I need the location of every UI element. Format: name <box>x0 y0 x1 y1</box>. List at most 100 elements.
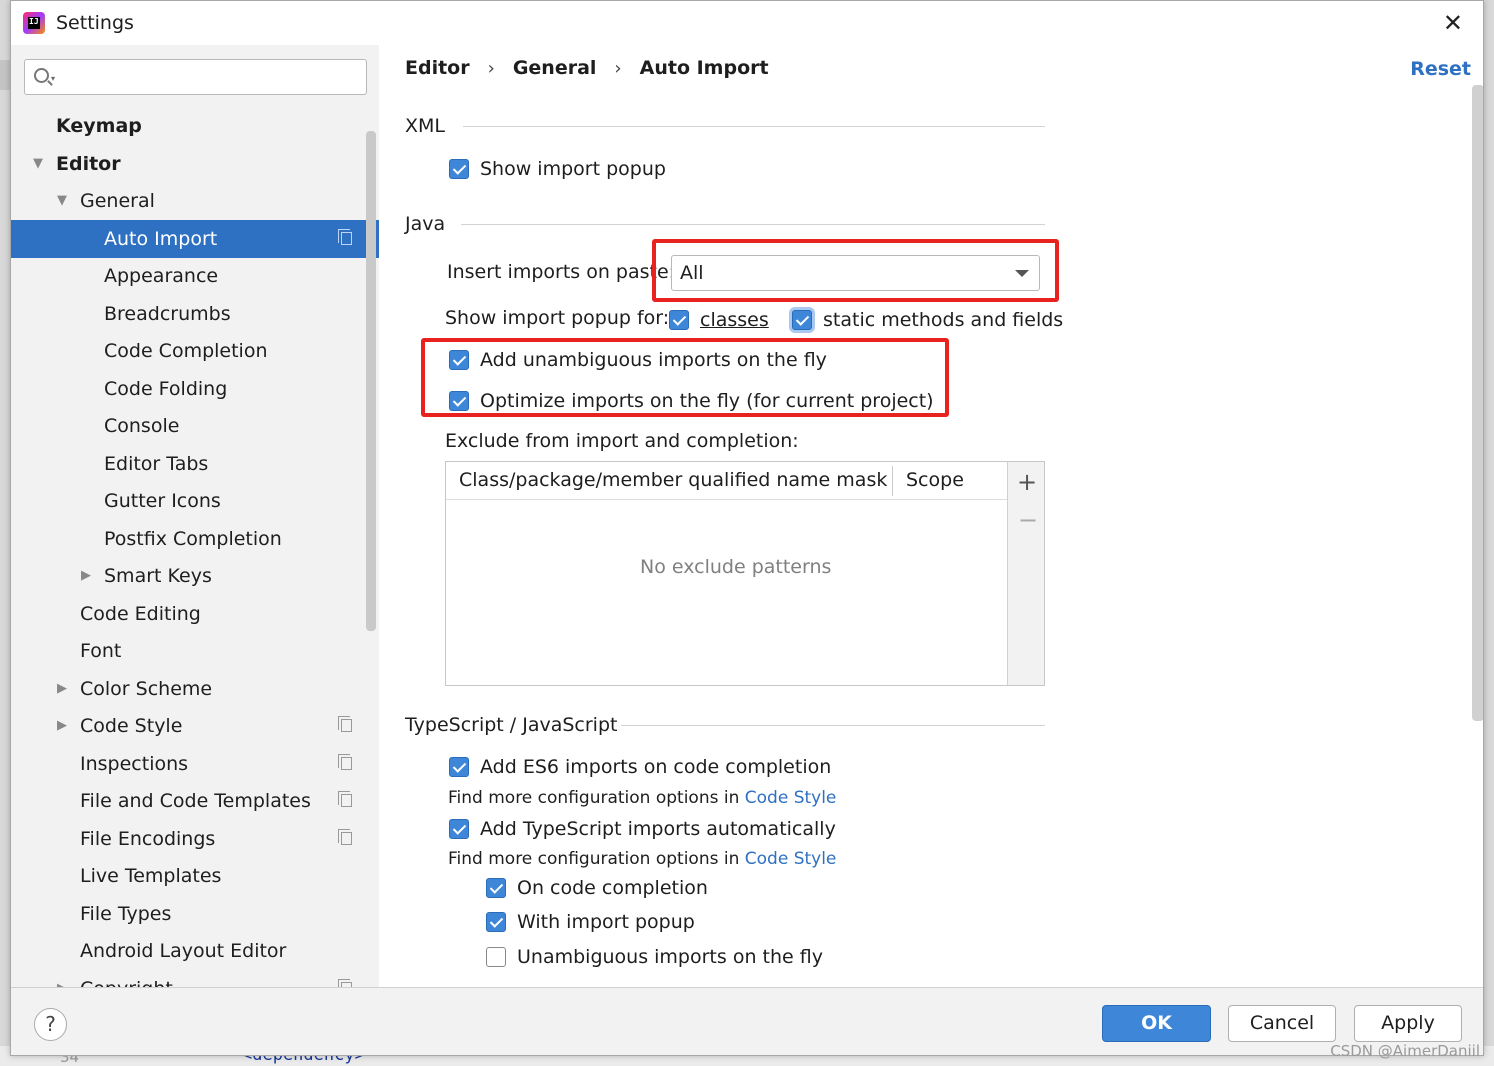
sidebar-item-live-templates[interactable]: Live Templates <box>11 857 379 895</box>
sidebar-item-appearance[interactable]: Appearance <box>11 257 379 295</box>
close-icon[interactable]: ✕ <box>1443 9 1463 37</box>
sidebar-item-general[interactable]: ▼ General <box>11 182 379 220</box>
classes-checkbox[interactable]: classes <box>669 309 769 331</box>
sidebar-item-color-scheme[interactable]: ▶ Color Scheme <box>11 670 379 708</box>
checkbox-unchecked-icon <box>486 947 506 967</box>
sidebar-item-code-style[interactable]: ▶ Code Style <box>11 707 379 745</box>
sidebar-item-font[interactable]: Font <box>11 632 379 670</box>
checkbox-checked-icon <box>486 912 506 932</box>
add-typescript-imports-checkbox[interactable]: Add TypeScript imports automatically <box>449 818 836 840</box>
sidebar-item-smart-keys[interactable]: ▶ Smart Keys <box>11 557 379 595</box>
on-code-completion-checkbox[interactable]: On code completion <box>486 877 708 899</box>
show-import-popup-for-label: Show import popup for: <box>445 307 670 329</box>
window-title: Settings <box>56 12 134 34</box>
checkbox-label: Unambiguous imports on the fly <box>517 946 823 968</box>
dialog-footer: ? OK Cancel Apply <box>11 987 1483 1055</box>
checkbox-checked-icon <box>449 819 469 839</box>
checkbox-checked-icon <box>486 878 506 898</box>
highlight-box <box>421 338 949 417</box>
ok-button[interactable]: OK <box>1102 1005 1211 1042</box>
sidebar-item-label: File and Code Templates <box>80 790 311 812</box>
sidebar-item-label: Console <box>104 415 180 437</box>
sidebar-item-file-and-code-templates[interactable]: File and Code Templates <box>11 782 379 820</box>
search-input[interactable]: ▾ <box>24 59 367 95</box>
sidebar-item-label: Editor Tabs <box>104 453 209 475</box>
sidebar-item-editor[interactable]: ▼ Editor <box>11 145 379 183</box>
project-scope-icon <box>338 229 352 245</box>
sidebar-item-label: Copyright <box>80 970 173 987</box>
sidebar-item-auto-import[interactable]: Auto Import <box>11 220 379 258</box>
expand-arrow-icon[interactable]: ▼ <box>33 145 43 183</box>
sidebar-item-label: Smart Keys <box>104 565 212 587</box>
checkbox-label: On code completion <box>517 877 708 899</box>
apply-button[interactable]: Apply <box>1354 1005 1462 1042</box>
sidebar-item-label: File Types <box>80 903 172 925</box>
sidebar-item-label: Gutter Icons <box>104 490 221 512</box>
config-hint: Find more configuration options in Code … <box>448 788 836 808</box>
sidebar-item-file-types[interactable]: File Types <box>11 895 379 933</box>
column-header-mask[interactable]: Class/package/member qualified name mask <box>459 469 887 491</box>
checkbox-checked-icon <box>449 159 469 179</box>
checkbox-label: With import popup <box>517 911 695 933</box>
reset-link[interactable]: Reset <box>1410 58 1471 80</box>
sidebar-item-code-folding[interactable]: Code Folding <box>11 370 379 408</box>
table-header: Class/package/member qualified name mask… <box>446 462 1008 500</box>
sidebar-item-label: Inspections <box>80 753 189 775</box>
code-style-link[interactable]: Code Style <box>745 788 837 808</box>
checkbox-checked-icon <box>792 310 812 330</box>
sidebar-item-label: Live Templates <box>80 865 222 887</box>
intellij-logo-icon: IJ <box>23 12 45 34</box>
sidebar-item-label: Code Editing <box>80 603 201 625</box>
show-import-popup-checkbox[interactable]: Show import popup <box>449 158 666 180</box>
expand-arrow-icon[interactable]: ▶ <box>57 970 67 987</box>
expand-arrow-icon[interactable]: ▼ <box>57 182 67 220</box>
sidebar-item-label: Code Style <box>80 715 183 737</box>
exclude-label: Exclude from import and completion: <box>445 430 799 452</box>
sidebar-item-code-editing[interactable]: Code Editing <box>11 595 379 633</box>
column-divider[interactable] <box>892 466 893 496</box>
checkbox-label: Add TypeScript imports automatically <box>480 818 836 840</box>
section-title-typescript: TypeScript / JavaScript <box>405 714 618 736</box>
add-es6-imports-checkbox[interactable]: Add ES6 imports on code completion <box>449 756 831 778</box>
sidebar-item-code-completion[interactable]: Code Completion <box>11 332 379 370</box>
breadcrumb: Editor › General › Auto Import <box>405 57 769 79</box>
content-scrollbar[interactable] <box>1472 85 1483 721</box>
remove-icon[interactable]: − <box>1018 506 1038 534</box>
sidebar-item-console[interactable]: Console <box>11 407 379 445</box>
sidebar-scrollbar[interactable] <box>366 131 376 631</box>
sidebar-item-inspections[interactable]: Inspections <box>11 745 379 783</box>
add-icon[interactable]: + <box>1017 468 1037 496</box>
column-header-scope[interactable]: Scope <box>906 469 964 491</box>
breadcrumb-separator: › <box>487 57 495 79</box>
sidebar-item-copyright[interactable]: ▶ Copyright <box>11 970 379 987</box>
background-edge <box>0 60 10 90</box>
sidebar-item-postfix-completion[interactable]: Postfix Completion <box>11 520 379 558</box>
breadcrumb-item: Auto Import <box>639 57 769 79</box>
cancel-button[interactable]: Cancel <box>1228 1005 1336 1042</box>
sidebar-item-editor-tabs[interactable]: Editor Tabs <box>11 445 379 483</box>
section-title-java: Java <box>405 213 446 235</box>
help-icon[interactable]: ? <box>34 1008 67 1041</box>
sidebar-item-file-encodings[interactable]: File Encodings <box>11 820 379 858</box>
table-toolbar: + − <box>1007 462 1044 685</box>
sidebar-item-label: Keymap <box>56 115 142 137</box>
checkbox-label: Add ES6 imports on code completion <box>480 756 832 778</box>
checkbox-checked-icon <box>449 757 469 777</box>
settings-dialog: IJ Settings ✕ ▾ Keymap ▼ Editor ▼ General … <box>10 0 1484 1056</box>
sidebar-item-gutter-icons[interactable]: Gutter Icons <box>11 482 379 520</box>
static-methods-checkbox[interactable]: static methods and fields <box>792 309 1063 331</box>
sidebar-item-android-layout-editor[interactable]: Android Layout Editor <box>11 932 379 970</box>
expand-arrow-icon[interactable]: ▶ <box>57 707 67 745</box>
watermark-text: CSDN @AimerDaniil <box>1330 1042 1480 1060</box>
sidebar-item-keymap[interactable]: Keymap <box>11 107 379 145</box>
section-divider <box>621 725 1045 726</box>
sidebar-item-label: Code Folding <box>104 378 228 400</box>
unambiguous-imports-checkbox[interactable]: Unambiguous imports on the fly <box>486 946 823 968</box>
sidebar-item-label: Breadcrumbs <box>104 303 231 325</box>
code-style-link[interactable]: Code Style <box>745 849 837 869</box>
breadcrumb-separator: › <box>614 57 622 79</box>
expand-arrow-icon[interactable]: ▶ <box>81 557 91 595</box>
expand-arrow-icon[interactable]: ▶ <box>57 670 67 708</box>
sidebar-item-breadcrumbs[interactable]: Breadcrumbs <box>11 295 379 333</box>
with-import-popup-checkbox[interactable]: With import popup <box>486 911 695 933</box>
